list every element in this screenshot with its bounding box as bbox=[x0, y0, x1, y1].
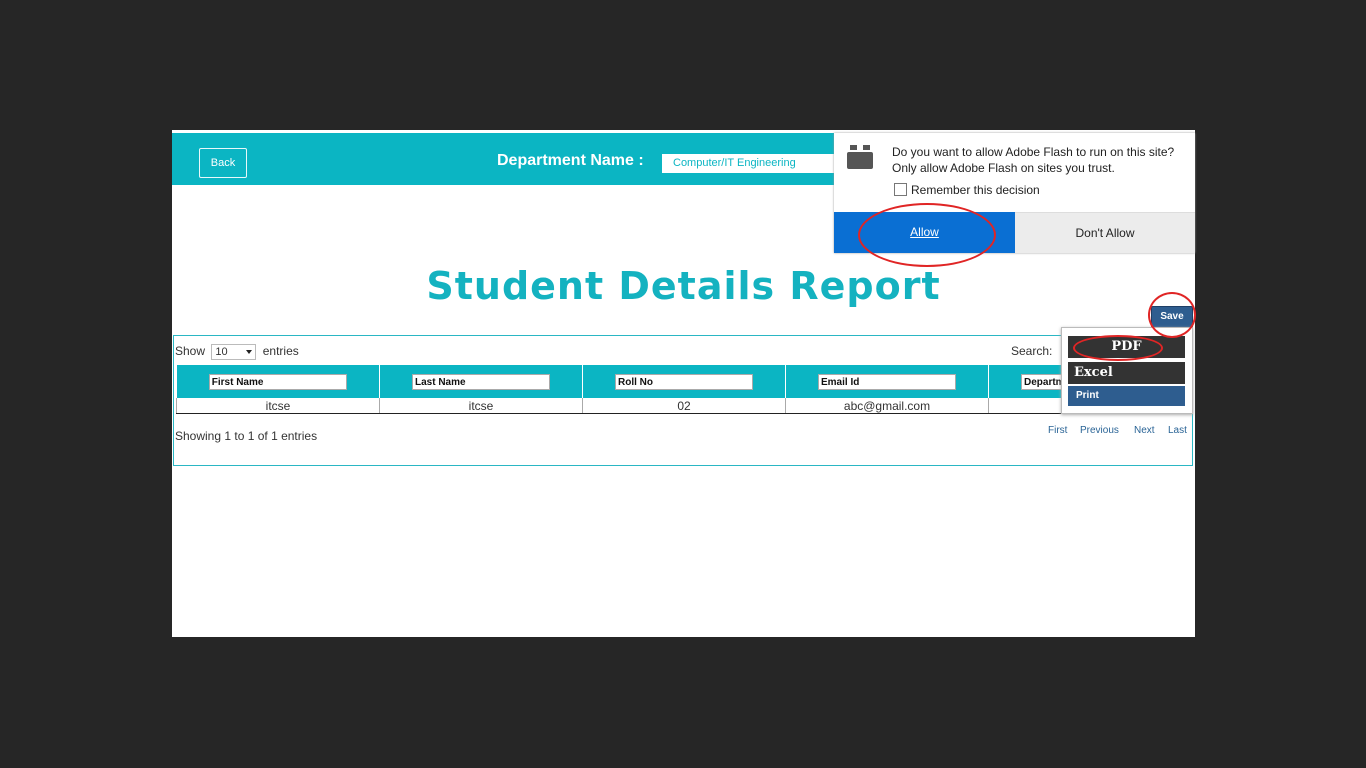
remember-label: Remember this decision bbox=[911, 183, 1040, 197]
page-length-control: Show 10 entries bbox=[175, 344, 299, 360]
search-label: Search: bbox=[1011, 344, 1053, 358]
page-title: Student Details Report bbox=[426, 264, 941, 308]
department-label: Department Name : bbox=[497, 152, 644, 169]
flash-question-line: Do you want to allow Adobe Flash to run … bbox=[892, 145, 1175, 159]
table-row: itcse itcse 02 abc@gmail.com IT/CSE bbox=[176, 398, 1192, 414]
plugin-icon bbox=[847, 145, 873, 169]
export-print-item[interactable]: Print bbox=[1068, 386, 1185, 406]
export-excel-item[interactable]: Excel bbox=[1068, 362, 1185, 384]
page-length-select[interactable]: 10 bbox=[211, 344, 257, 360]
filter-roll-no[interactable]: Roll No bbox=[615, 373, 753, 390]
column-header: Last Name bbox=[379, 365, 583, 398]
filter-email-id[interactable]: Email Id bbox=[818, 373, 956, 390]
save-button[interactable]: Save bbox=[1151, 306, 1193, 328]
table-info: Showing 1 to 1 of 1 entries bbox=[175, 429, 318, 443]
remember-decision[interactable]: Remember this decision bbox=[894, 183, 1040, 197]
table-cell: itcse bbox=[176, 398, 380, 414]
back-button[interactable]: Back bbox=[199, 148, 247, 178]
export-menu: PDF Excel Print bbox=[1061, 327, 1193, 414]
column-header: Email Id bbox=[785, 365, 989, 398]
pagination-previous[interactable]: Previous bbox=[1080, 425, 1119, 436]
data-table-wrapper: Show 10 entries Search: First Name Last … bbox=[173, 335, 1193, 466]
flash-question: Do you want to allow Adobe Flash to run … bbox=[892, 144, 1174, 176]
table-cell: itcse bbox=[379, 398, 583, 414]
allow-button[interactable]: Allow bbox=[834, 212, 1015, 253]
column-header: First Name bbox=[176, 365, 380, 398]
filter-last-name[interactable]: Last Name bbox=[412, 373, 550, 390]
page-length-value: 10 bbox=[215, 346, 228, 358]
table-cell: 02 bbox=[582, 398, 786, 414]
table-cell: abc@gmail.com bbox=[785, 398, 989, 414]
department-field[interactable]: Computer/IT Engineering bbox=[662, 154, 837, 173]
export-pdf-item[interactable]: PDF bbox=[1068, 336, 1185, 358]
show-label: Show bbox=[175, 344, 206, 359]
pagination-last[interactable]: Last bbox=[1168, 425, 1187, 436]
column-header: Roll No bbox=[582, 365, 786, 398]
filter-first-name[interactable]: First Name bbox=[208, 373, 347, 390]
flash-question-line: Only allow Adobe Flash on sites you trus… bbox=[892, 161, 1115, 175]
pagination-next[interactable]: Next bbox=[1134, 425, 1155, 436]
student-table: First Name Last Name Roll No Email Id De… bbox=[176, 365, 1192, 414]
pagination-first[interactable]: First bbox=[1048, 425, 1067, 436]
flash-permission-prompt: Do you want to allow Adobe Flash to run … bbox=[834, 133, 1195, 253]
caret-down-icon bbox=[246, 350, 253, 354]
remember-checkbox[interactable] bbox=[894, 183, 907, 196]
entries-label: entries bbox=[262, 344, 299, 359]
dont-allow-button[interactable]: Don't Allow bbox=[1015, 212, 1195, 253]
